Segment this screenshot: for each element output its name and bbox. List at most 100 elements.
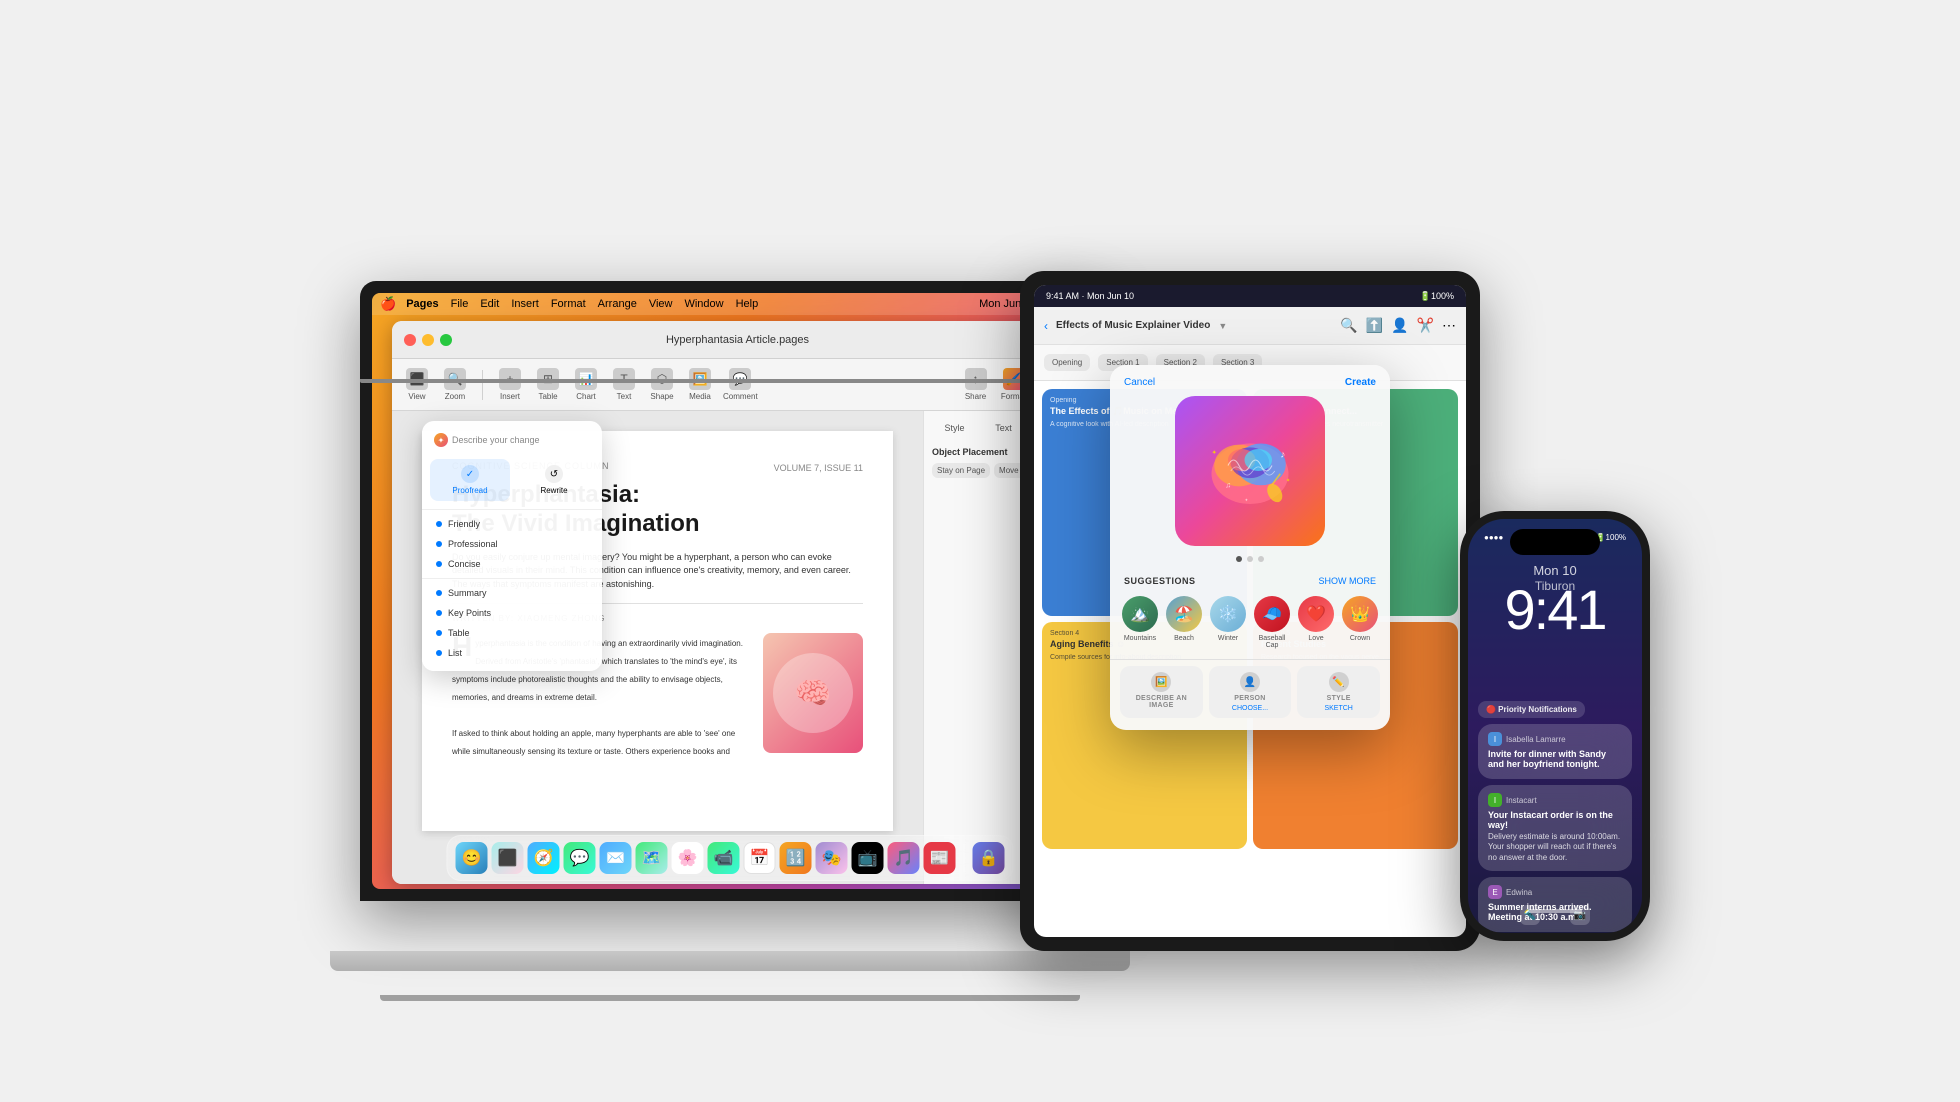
iphone-camera-btn[interactable]: 📷 (1570, 905, 1590, 925)
modal-dot-1[interactable] (1236, 556, 1242, 562)
notif-card-isabella[interactable]: I Isabella Lamarre Invite for dinner wit… (1478, 724, 1632, 779)
suggestion-love[interactable]: ❤️ Love (1296, 596, 1336, 649)
suggestion-crown[interactable]: 👑 Crown (1340, 596, 1380, 649)
toolbar-chart[interactable]: 📊 Chart (571, 368, 601, 401)
dock-icon-music[interactable]: 🎵 (888, 842, 920, 874)
ipad-nav-btn5[interactable]: ⋯ (1442, 317, 1456, 334)
dock-icon-facetime[interactable]: 📹 (708, 842, 740, 874)
menu-insert[interactable]: Insert (511, 298, 539, 310)
modal-image-area: ♪ ♫ ✦ ✦ ✦ (1175, 396, 1325, 546)
menu-file[interactable]: File (451, 298, 469, 310)
suggestion-winter[interactable]: ❄️ Winter (1208, 596, 1248, 649)
fullscreen-button[interactable] (440, 334, 452, 346)
tab-style[interactable]: Style (932, 419, 977, 437)
crown-icon: 👑 (1342, 596, 1378, 632)
ipad-nav-btn4[interactable]: ✂️ (1417, 317, 1434, 334)
menu-view[interactable]: View (649, 298, 673, 310)
modal-tab-style[interactable]: ✏️ STYLE SKETCH (1297, 666, 1380, 718)
modal-tab-image[interactable]: 🖼️ DESCRIBE AN IMAGE (1120, 666, 1203, 718)
modal-tab-person[interactable]: 👤 PERSON CHOOSE... (1209, 666, 1292, 718)
dock-icon-news[interactable]: 📰 (924, 842, 956, 874)
toolbar-comment[interactable]: 💬 Comment (723, 368, 758, 401)
menu-window[interactable]: Window (684, 298, 723, 310)
proofread-button[interactable]: ✓ Proofread (430, 459, 510, 501)
dock: 😊 ⬛ 🧭 💬 ✉️ 🗺️ 🌸 📹 📅 🔢 🎭 📺 🎵 📰 🔒 (447, 835, 1014, 881)
menu-format[interactable]: Format (551, 298, 586, 310)
modal-dot-2[interactable] (1247, 556, 1253, 562)
modal-suggestions-header: SUGGESTIONS SHOW MORE (1110, 570, 1390, 592)
iphone-date: Mon 10 (1468, 563, 1642, 578)
instacart-icon: I (1488, 793, 1502, 807)
dock-icon-mail[interactable]: ✉️ (600, 842, 632, 874)
dock-icon-finder[interactable]: 😊 (456, 842, 488, 874)
menubar-items: Pages File Edit Insert Format Arrange Vi… (406, 298, 758, 310)
show-more-btn[interactable]: SHOW MORE (1319, 576, 1377, 586)
toolbar-share[interactable]: ↑ Share (961, 368, 991, 401)
svg-text:✦: ✦ (1286, 477, 1291, 484)
wt-item-summary[interactable]: Summary (422, 583, 602, 603)
wt-dot-friendly (436, 521, 442, 527)
minimize-button[interactable] (422, 334, 434, 346)
dock-icon-number10[interactable]: 🔢 (780, 842, 812, 874)
dock-icon-photos[interactable]: 🌸 (672, 842, 704, 874)
notifications-header: 🔴 Priority Notifications (1478, 701, 1585, 718)
dock-icon-safari[interactable]: 🧭 (528, 842, 560, 874)
dock-icon-maps[interactable]: 🗺️ (636, 842, 668, 874)
iphone-home-area: 🔦 📷 (1468, 905, 1642, 925)
macbook-foot (380, 995, 1080, 1001)
suggestion-beach[interactable]: 🏖️ Beach (1164, 596, 1204, 649)
menu-help[interactable]: Help (736, 298, 759, 310)
toolbar-text[interactable]: T Text (609, 368, 639, 401)
modal-dot-3[interactable] (1258, 556, 1264, 562)
toolbar-insert[interactable]: + Insert (495, 368, 525, 401)
rewrite-button[interactable]: ↺ Rewrite (514, 459, 594, 501)
stay-on-page-btn[interactable]: Stay on Page (932, 463, 990, 478)
dock-icon-calendar[interactable]: 📅 (744, 842, 776, 874)
iphone: ●●●● 🔋100% Mon 10 Tiburon 9:41 🔴 Priorit… (1460, 511, 1650, 941)
tab-opening[interactable]: Opening (1044, 354, 1090, 371)
wt-item-concise[interactable]: Concise (422, 554, 602, 574)
wt-actions: ✓ Proofread ↺ Rewrite (422, 455, 602, 505)
dock-icon-security[interactable]: 🔒 (973, 842, 1005, 874)
mountains-label: Mountains (1124, 635, 1156, 642)
macbook-base (330, 951, 1130, 971)
wt-dot-professional (436, 541, 442, 547)
notif-card-instacart[interactable]: I Instacart Your Instacart order is on t… (1478, 785, 1632, 871)
apple-menu-icon[interactable]: 🍎 (380, 296, 396, 312)
modal-bottom-tabs: 🖼️ DESCRIBE AN IMAGE 👤 PERSON CHOOSE... … (1110, 659, 1390, 730)
wt-header: ✦ Describe your change (422, 429, 602, 455)
dock-icon-messages[interactable]: 💬 (564, 842, 596, 874)
iphone-home-indicator (1528, 909, 1582, 913)
svg-text:♫: ♫ (1225, 481, 1231, 490)
dock-icon-masks[interactable]: 🎭 (816, 842, 848, 874)
ipad-back-icon[interactable]: ‹ (1044, 319, 1048, 333)
toolbar-table[interactable]: ⊞ Table (533, 368, 563, 401)
wt-item-friendly[interactable]: Friendly (422, 514, 602, 534)
toolbar-view[interactable]: ⬛ View (402, 368, 432, 401)
suggestion-baseball-cap[interactable]: 🧢 Baseball Cap (1252, 596, 1292, 649)
close-button[interactable] (404, 334, 416, 346)
toolbar-shape[interactable]: ⬡ Shape (647, 368, 677, 401)
wt-item-list[interactable]: List (422, 643, 602, 663)
wt-dot-list (436, 650, 442, 656)
menu-arrange[interactable]: Arrange (598, 298, 637, 310)
person-tab-icon: 👤 (1240, 672, 1260, 692)
dock-icon-launchpad[interactable]: ⬛ (492, 842, 524, 874)
menu-edit[interactable]: Edit (480, 298, 499, 310)
ipad-nav-btn1[interactable]: 🔍 (1340, 317, 1357, 334)
ipad-nav-btn2[interactable]: ⬆️ (1366, 317, 1383, 334)
ipad-nav-btn3[interactable]: 👤 (1391, 317, 1408, 334)
beach-icon: 🏖️ (1166, 596, 1202, 632)
iphone-flashlight-btn[interactable]: 🔦 (1520, 905, 1540, 925)
modal-create-btn[interactable]: Create (1345, 377, 1376, 388)
style-tab-label: STYLE (1327, 695, 1351, 702)
suggestion-mountains[interactable]: 🏔️ Mountains (1120, 596, 1160, 649)
dock-icon-appletv[interactable]: 📺 (852, 842, 884, 874)
toolbar-zoom[interactable]: 🔍 Zoom (440, 368, 470, 401)
menu-pages[interactable]: Pages (406, 298, 438, 310)
wt-item-table[interactable]: Table (422, 623, 602, 643)
wt-item-keypoints[interactable]: Key Points (422, 603, 602, 623)
toolbar-media[interactable]: 🖼️ Media (685, 368, 715, 401)
modal-cancel-btn[interactable]: Cancel (1124, 377, 1155, 388)
wt-item-professional[interactable]: Professional (422, 534, 602, 554)
